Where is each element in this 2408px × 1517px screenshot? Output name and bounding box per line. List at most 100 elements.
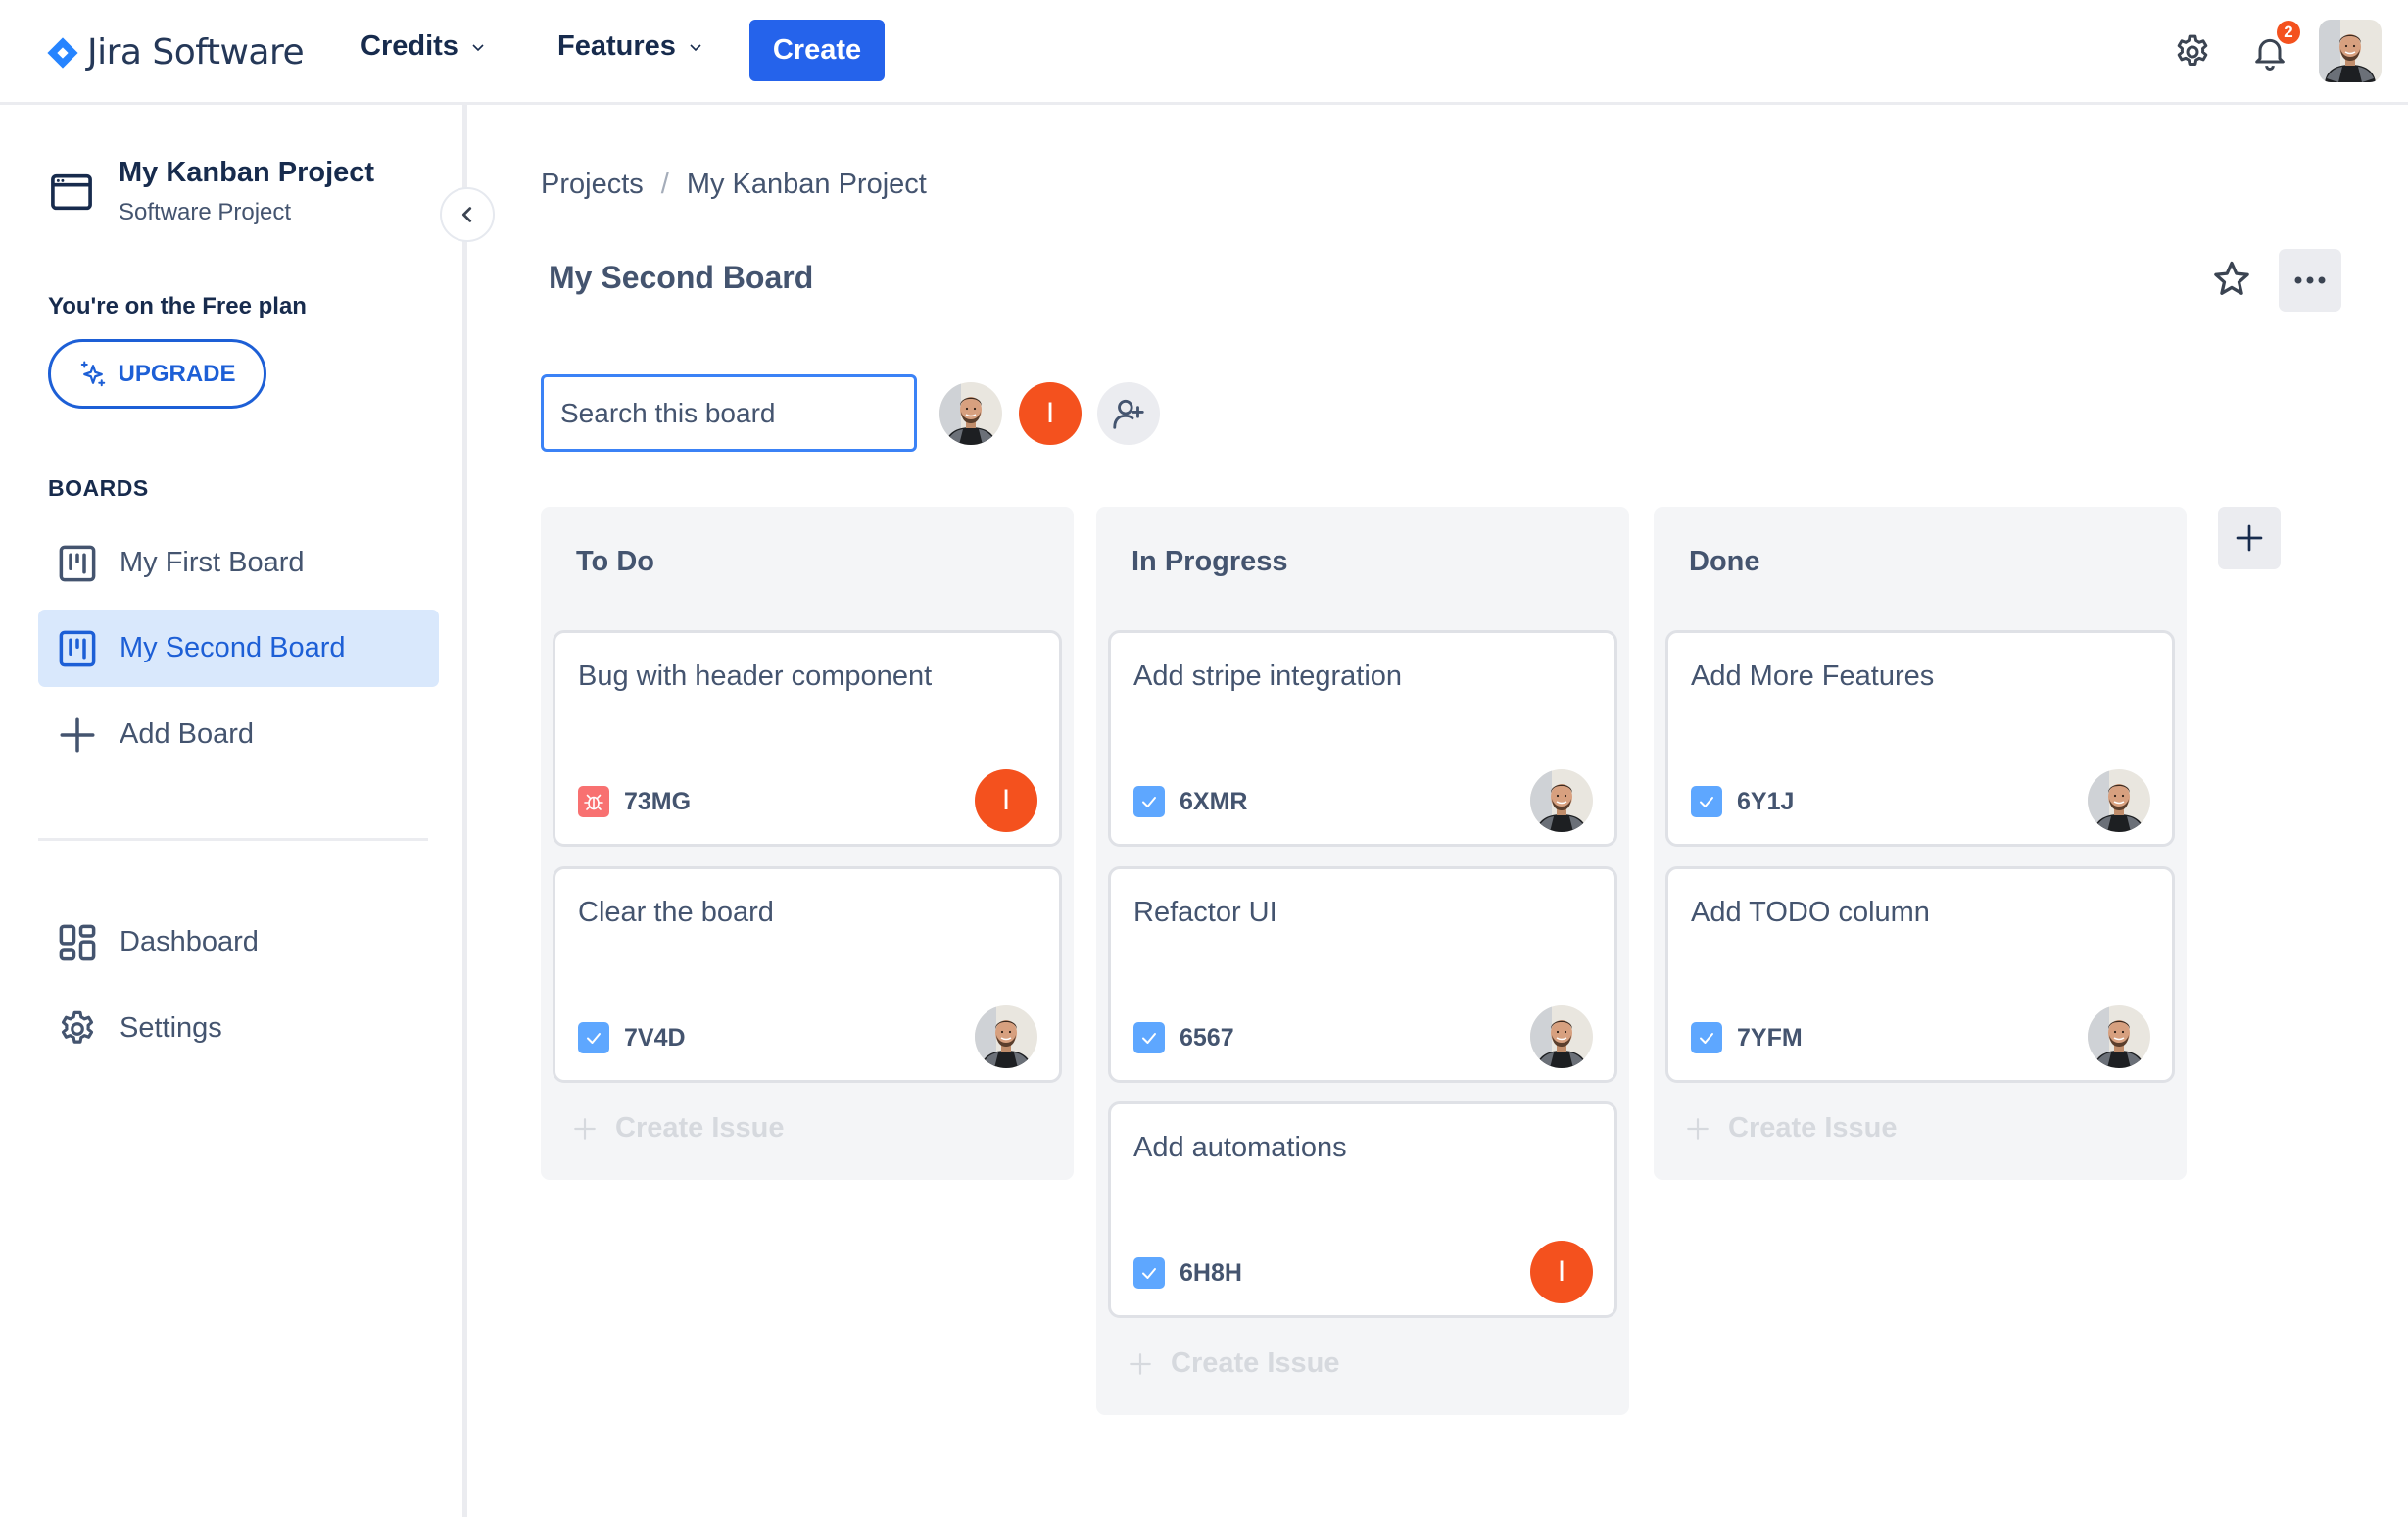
star-icon[interactable]: [2210, 258, 2253, 301]
top-navigation-bar: Jira Software Credits Features Create 2: [0, 0, 2408, 105]
assignee-avatar-initial[interactable]: I: [1530, 1241, 1593, 1303]
breadcrumb-project[interactable]: My Kanban Project: [687, 169, 927, 201]
credits-label: Credits: [361, 30, 458, 62]
issue-card[interactable]: Add More Features 6Y1J: [1665, 630, 2175, 847]
column-title: In Progress: [1132, 546, 1288, 577]
user-avatar[interactable]: [2319, 20, 2382, 82]
assignee-avatar-initial[interactable]: I: [975, 769, 1037, 832]
task-checkbox-icon: [1133, 1022, 1165, 1053]
issue-card[interactable]: Add automations 6H8H I: [1108, 1101, 1617, 1318]
upgrade-button[interactable]: UPGRADE: [48, 339, 266, 409]
app-name: Jira Software: [87, 32, 305, 73]
issue-title: Add automations: [1133, 1132, 1347, 1163]
assignee-avatar-photo[interactable]: [1530, 1005, 1593, 1068]
issue-card[interactable]: Bug with header component 73MG I: [553, 630, 1062, 847]
boards-heading: BOARDS: [48, 475, 149, 501]
sidebar-item-label: My First Board: [120, 547, 305, 578]
chevron-left-icon: [461, 207, 472, 222]
create-issue-button[interactable]: Create Issue: [572, 1112, 785, 1145]
column-to-do: To Do Bug with header component 73MG I C…: [541, 507, 1074, 1180]
member-avatar-photo[interactable]: [939, 382, 1002, 445]
jira-diamond-icon: [47, 36, 78, 69]
jira-logo[interactable]: Jira Software: [46, 32, 305, 73]
assignee-photo: [975, 1005, 1037, 1068]
check-icon: [1695, 790, 1718, 813]
sidebar-item-my-second-board[interactable]: My Second Board: [38, 610, 439, 687]
collapse-sidebar-button[interactable]: [440, 187, 495, 242]
plus-icon: [1685, 1116, 1710, 1142]
sidebar-item-label: Settings: [120, 1012, 222, 1044]
issue-card[interactable]: Add TODO column 7YFM: [1665, 866, 2175, 1083]
plan-text: You're on the Free plan: [48, 293, 307, 319]
ellipsis-icon: [2294, 276, 2326, 284]
create-issue-label: Create Issue: [1728, 1112, 1898, 1144]
issue-title: Add stripe integration: [1133, 661, 1403, 692]
add-column-button[interactable]: [2218, 507, 2281, 569]
column-title: To Do: [576, 546, 654, 577]
check-icon: [1137, 1026, 1161, 1050]
breadcrumb-separator: /: [660, 169, 669, 200]
issue-key: 7YFM: [1737, 1024, 1803, 1052]
chevron-down-icon: [690, 43, 701, 51]
project-subtitle: Software Project: [119, 199, 292, 225]
issue-card[interactable]: Add stripe integration 6XMR: [1108, 630, 1617, 847]
board-icon: [57, 628, 98, 669]
issue-key: 6H8H: [1180, 1259, 1242, 1287]
check-icon: [1695, 1026, 1718, 1050]
features-label: Features: [557, 30, 676, 62]
search-input[interactable]: [560, 397, 914, 429]
add-member-button[interactable]: [1097, 382, 1160, 445]
sidebar: My Kanban Project Software Project You'r…: [0, 105, 467, 1517]
issue-title: Add More Features: [1691, 661, 1935, 692]
plus-icon: [57, 714, 98, 756]
member-avatar-initial[interactable]: I: [1019, 382, 1082, 445]
issue-key: 73MG: [624, 788, 692, 815]
plus-icon: [2234, 522, 2265, 554]
create-button[interactable]: Create: [749, 20, 885, 81]
sidebar-item-label: Dashboard: [120, 926, 259, 957]
assignee-avatar-photo[interactable]: [1530, 769, 1593, 832]
create-issue-button[interactable]: Create Issue: [1128, 1347, 1340, 1380]
check-icon: [582, 1026, 605, 1050]
assignee-photo: [2088, 1005, 2150, 1068]
assignee-avatar-photo[interactable]: [2088, 1005, 2150, 1068]
sidebar-item-dashboard[interactable]: Dashboard: [38, 904, 439, 981]
sidebar-divider: [38, 838, 428, 841]
task-checkbox-icon: [578, 1022, 609, 1053]
issue-title: Clear the board: [578, 897, 774, 928]
issue-card[interactable]: Refactor UI 6567: [1108, 866, 1617, 1083]
assignee-avatar-photo[interactable]: [2088, 769, 2150, 832]
credits-menu[interactable]: Credits: [361, 30, 486, 63]
breadcrumb-projects[interactable]: Projects: [541, 169, 644, 201]
sidebar-item-my-first-board[interactable]: My First Board: [38, 524, 439, 602]
sidebar-item-settings[interactable]: Settings: [38, 990, 439, 1067]
assignee-avatar-photo[interactable]: [975, 1005, 1037, 1068]
project-window-icon: [51, 173, 92, 211]
gear-icon[interactable]: [2173, 32, 2212, 72]
task-checkbox-icon: [1691, 1022, 1722, 1053]
check-icon: [1137, 790, 1161, 813]
assignee-photo: [2088, 769, 2150, 832]
breadcrumb: Projects / My Kanban Project: [541, 169, 927, 201]
task-checkbox-icon: [1133, 786, 1165, 817]
more-options-button[interactable]: [2279, 249, 2341, 312]
column-done: Done Add More Features 6Y1J Add TODO col…: [1654, 507, 2187, 1180]
issue-title: Bug with header component: [578, 661, 933, 692]
board-search[interactable]: [541, 374, 917, 452]
create-issue-button[interactable]: Create Issue: [1685, 1112, 1898, 1145]
task-checkbox-icon: [1133, 1257, 1165, 1289]
add-board-button[interactable]: Add Board: [38, 696, 439, 773]
dashboard-icon: [59, 924, 96, 960]
create-issue-label: Create Issue: [615, 1112, 785, 1144]
features-menu[interactable]: Features: [557, 30, 703, 63]
chevron-down-icon: [472, 43, 484, 51]
column-in-progress: In Progress Add stripe integration 6XMR …: [1096, 507, 1629, 1415]
issue-card[interactable]: Clear the board 7V4D: [553, 866, 1062, 1083]
upgrade-label: UPGRADE: [118, 360, 236, 387]
notification-badge: 2: [2275, 19, 2302, 46]
issue-key: 6XMR: [1180, 788, 1248, 815]
member-photo: [939, 382, 1002, 445]
user-photo: [2319, 20, 2382, 82]
issue-key: 6567: [1180, 1024, 1234, 1052]
sparkle-icon: [81, 361, 106, 386]
